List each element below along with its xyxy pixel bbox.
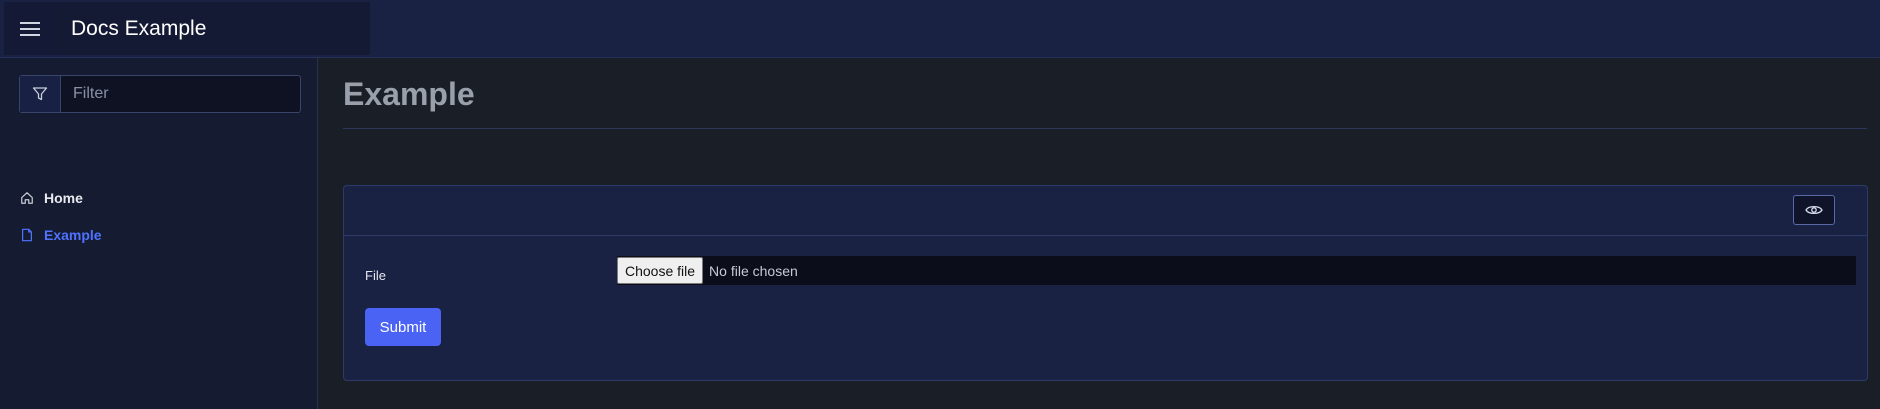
sidebar-item-example[interactable]: Example — [20, 227, 102, 243]
eye-icon — [1805, 205, 1823, 215]
home-icon — [21, 192, 33, 204]
sidebar-item-label: Home — [44, 190, 83, 206]
file-input[interactable]: Choose file No file chosen — [617, 256, 1856, 285]
hamburger-icon — [20, 21, 40, 36]
submit-button[interactable]: Submit — [365, 308, 441, 346]
title-divider — [343, 128, 1867, 129]
menu-toggle-button[interactable] — [4, 2, 56, 55]
document-icon — [22, 228, 32, 242]
filter-icon — [20, 76, 61, 112]
sidebar-item-home[interactable]: Home — [20, 190, 83, 206]
card-header — [344, 186, 1867, 236]
sidebar-item-label: Example — [44, 227, 102, 243]
choose-file-button[interactable]: Choose file — [617, 257, 704, 284]
top-bar: Docs Example — [0, 0, 1880, 58]
file-label: File — [365, 268, 386, 283]
app-title: Docs Example — [56, 2, 370, 55]
file-status-text: No file chosen — [709, 262, 798, 279]
filter-group — [19, 75, 301, 113]
filter-input[interactable] — [61, 76, 300, 112]
sidebar: Home Example — [0, 58, 318, 409]
toggle-source-button[interactable] — [1793, 195, 1835, 225]
page-title: Example — [343, 76, 475, 112]
app-root: Docs Example Home Example Example — [0, 0, 1880, 409]
example-card: File Choose file No file chosen Submit — [343, 185, 1868, 381]
main-content: Example File Choose file No file chosen … — [318, 58, 1880, 409]
